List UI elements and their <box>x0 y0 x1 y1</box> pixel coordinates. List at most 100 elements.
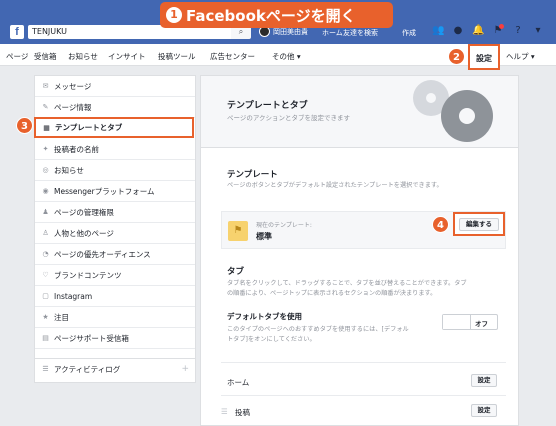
sidebar-item-label: お知らせ <box>54 165 84 175</box>
sidebar-item-instagram[interactable]: ▢ Instagram <box>35 286 195 307</box>
divider <box>221 362 506 363</box>
sidebar-item-label: 投稿者の名前 <box>54 144 99 154</box>
sidebar-item-label: ブランドコンテンツ <box>54 270 122 280</box>
step-4-badge: 4 <box>432 216 449 233</box>
person-icon: ♟ <box>42 208 49 216</box>
tab-publishing-tools[interactable]: 投稿ツール <box>158 51 196 62</box>
sidebar-item-attribution[interactable]: ✦ 投稿者の名前 <box>35 139 195 160</box>
list-icon: ☰ <box>42 365 49 373</box>
user-name: 岡田美由貴 <box>273 27 308 36</box>
edit-button-highlight: 編集する <box>453 212 505 236</box>
tab-page[interactable]: ページ <box>6 51 28 62</box>
nav-find-friends[interactable]: 友達を検索 <box>343 28 378 38</box>
settings-label: 設定 <box>476 54 492 63</box>
sidebar-item-label: ページの管理権限 <box>54 207 114 217</box>
drag-handle-icon[interactable]: ☰ <box>221 407 228 416</box>
current-template-label: 現在のテンプレート: <box>256 222 312 229</box>
nav-home[interactable]: ホーム <box>322 28 343 38</box>
gear-small-hole <box>426 93 436 103</box>
sidebar-item-label: 人物と他のページ <box>54 228 114 238</box>
sidebar-item-label: ページサポート受信箱 <box>54 333 129 343</box>
account-menu-icon[interactable]: ▾ <box>532 25 544 36</box>
sidebar-item-preferred-audience[interactable]: ◔ ページの優先オーディエンス <box>35 244 195 265</box>
sidebar-item-notifications[interactable]: ◎ お知らせ <box>35 160 195 181</box>
sidebar-item-label: ページ情報 <box>54 102 92 112</box>
step-3-badge: 3 <box>16 117 33 134</box>
messenger-icon[interactable]: ● <box>452 25 464 36</box>
sidebar-item-label: ページの優先オーディエンス <box>54 249 151 259</box>
sidebar-item-messages[interactable]: ✉ メッセージ <box>35 76 195 97</box>
tag-icon: ✦ <box>42 145 49 153</box>
notification-badge <box>499 24 504 29</box>
facebook-logo[interactable]: f <box>10 25 24 39</box>
step-2-badge: 2 <box>448 48 465 65</box>
help-icon[interactable]: ? <box>512 25 524 36</box>
sidebar-item-featured[interactable]: ★ 注目 <box>35 307 195 328</box>
star-icon: ★ <box>42 313 49 321</box>
page-subtitle: ページのアクションとタブを設定できます <box>227 114 351 122</box>
page-title: テンプレートとタブ <box>227 101 308 111</box>
tabs-description-2: の順番により、ページトップに表示されるセクションの順番が決まります。 <box>227 290 437 297</box>
default-tabs-description-2: トタブ]をオンにしてください。 <box>227 336 316 343</box>
grid-icon: ▦ <box>43 123 50 132</box>
posts-settings-button[interactable]: 設定 <box>471 404 497 417</box>
instagram-icon: ▢ <box>42 292 49 300</box>
default-tabs-toggle[interactable]: オフ <box>442 314 498 330</box>
inbox-icon: ▤ <box>42 334 49 342</box>
tab-inbox[interactable]: 受信箱 <box>34 51 57 62</box>
top-icon-group: 👥 ● 🔔 ⚑ ? ▾ <box>432 25 544 36</box>
sidebar-item-label: アクティビティログ <box>54 364 121 374</box>
notifications-icon[interactable]: 🔔 <box>472 25 484 36</box>
callout-text: Facebookページを開く <box>186 6 356 25</box>
step-1-callout: 1 Facebookページを開く <box>160 2 393 28</box>
sidebar-item-label: 注目 <box>54 312 69 322</box>
message-icon: ✉ <box>42 82 49 90</box>
templates-body: テンプレート ページのボタンとタブがデフォルト設定されたテンプレートを選択できま… <box>200 147 519 426</box>
sidebar-item-label: Messengerプラットフォーム <box>54 186 155 196</box>
divider <box>221 395 506 396</box>
sidebar-item-people-other-pages[interactable]: ♙ 人物と他のページ <box>35 223 195 244</box>
templates-header: テンプレートとタブ ページのアクションとタブを設定できます <box>200 75 519 147</box>
tab-row-posts-label[interactable]: 投稿 <box>235 407 250 418</box>
default-tabs-description-1: このタイプのページへのおすすめタブを使用するには、[デフォル <box>227 326 409 333</box>
sidebar-item-label: Instagram <box>54 291 93 301</box>
handshake-icon: ♡ <box>42 271 49 279</box>
globe-icon: ◎ <box>42 166 49 174</box>
tabs-description-1: タブ名をクリックして、ドラッグすることで、タブを並び替えることができます。タブ <box>227 280 467 287</box>
tab-notifications[interactable]: お知らせ <box>68 51 98 62</box>
gear-large-hole <box>459 108 475 124</box>
tab-settings[interactable]: 設定 <box>468 44 500 70</box>
sidebar-item-branded-content[interactable]: ♡ ブランドコンテンツ <box>35 265 195 286</box>
sidebar-item-page-info[interactable]: ✎ ページ情報 <box>35 97 195 118</box>
toggle-state: オフ <box>475 320 488 328</box>
add-icon[interactable]: + <box>181 364 189 374</box>
sidebar-item-label: テンプレートとタブ <box>55 123 123 132</box>
sidebar-item-support-inbox[interactable]: ▤ ページサポート受信箱 <box>35 328 195 349</box>
sidebar-item-messenger-platform[interactable]: ◉ Messengerプラットフォーム <box>35 181 195 202</box>
tab-more[interactable]: その他 ▾ <box>272 51 301 62</box>
default-tabs-title: デフォルトタブを使用 <box>227 312 302 321</box>
tabs-section-title: タブ <box>227 267 245 277</box>
nav-create[interactable]: 作成 <box>402 28 416 38</box>
tab-ad-center[interactable]: 広告センター <box>210 51 255 62</box>
person-plus-icon: ♙ <box>42 229 49 237</box>
home-settings-button[interactable]: 設定 <box>471 374 497 387</box>
edit-template-button[interactable]: 編集する <box>459 218 499 231</box>
settings-sidebar: ✉ メッセージ ✎ ページ情報 ▦ テンプレートとタブ ✦ 投稿者の名前 ◎ お知らせ ◉… <box>34 75 196 383</box>
messenger-icon: ◉ <box>42 187 49 195</box>
tab-help[interactable]: ヘルプ ▾ <box>506 51 535 62</box>
current-template-value: 標準 <box>256 232 272 241</box>
flag-icon: ⚑ <box>228 221 248 241</box>
friend-requests-icon[interactable]: 👥 <box>432 25 444 36</box>
tab-insights[interactable]: インサイト <box>108 51 146 62</box>
sidebar-item-activity-log[interactable]: ☰ アクティビティログ + <box>35 358 195 379</box>
template-description: ページのボタンとタブがデフォルト設定されたテンプレートを選択できます。 <box>227 182 443 189</box>
sidebar-item-label: メッセージ <box>54 81 92 91</box>
toggle-knob <box>443 315 471 329</box>
template-section-title: テンプレート <box>227 170 278 180</box>
pencil-icon: ✎ <box>42 103 49 111</box>
sidebar-item-templates-tabs[interactable]: ▦ テンプレートとタブ <box>34 117 194 138</box>
tab-row-home-label[interactable]: ホーム <box>227 377 249 388</box>
audience-icon: ◔ <box>42 250 49 258</box>
sidebar-item-page-roles[interactable]: ♟ ページの管理権限 <box>35 202 195 223</box>
